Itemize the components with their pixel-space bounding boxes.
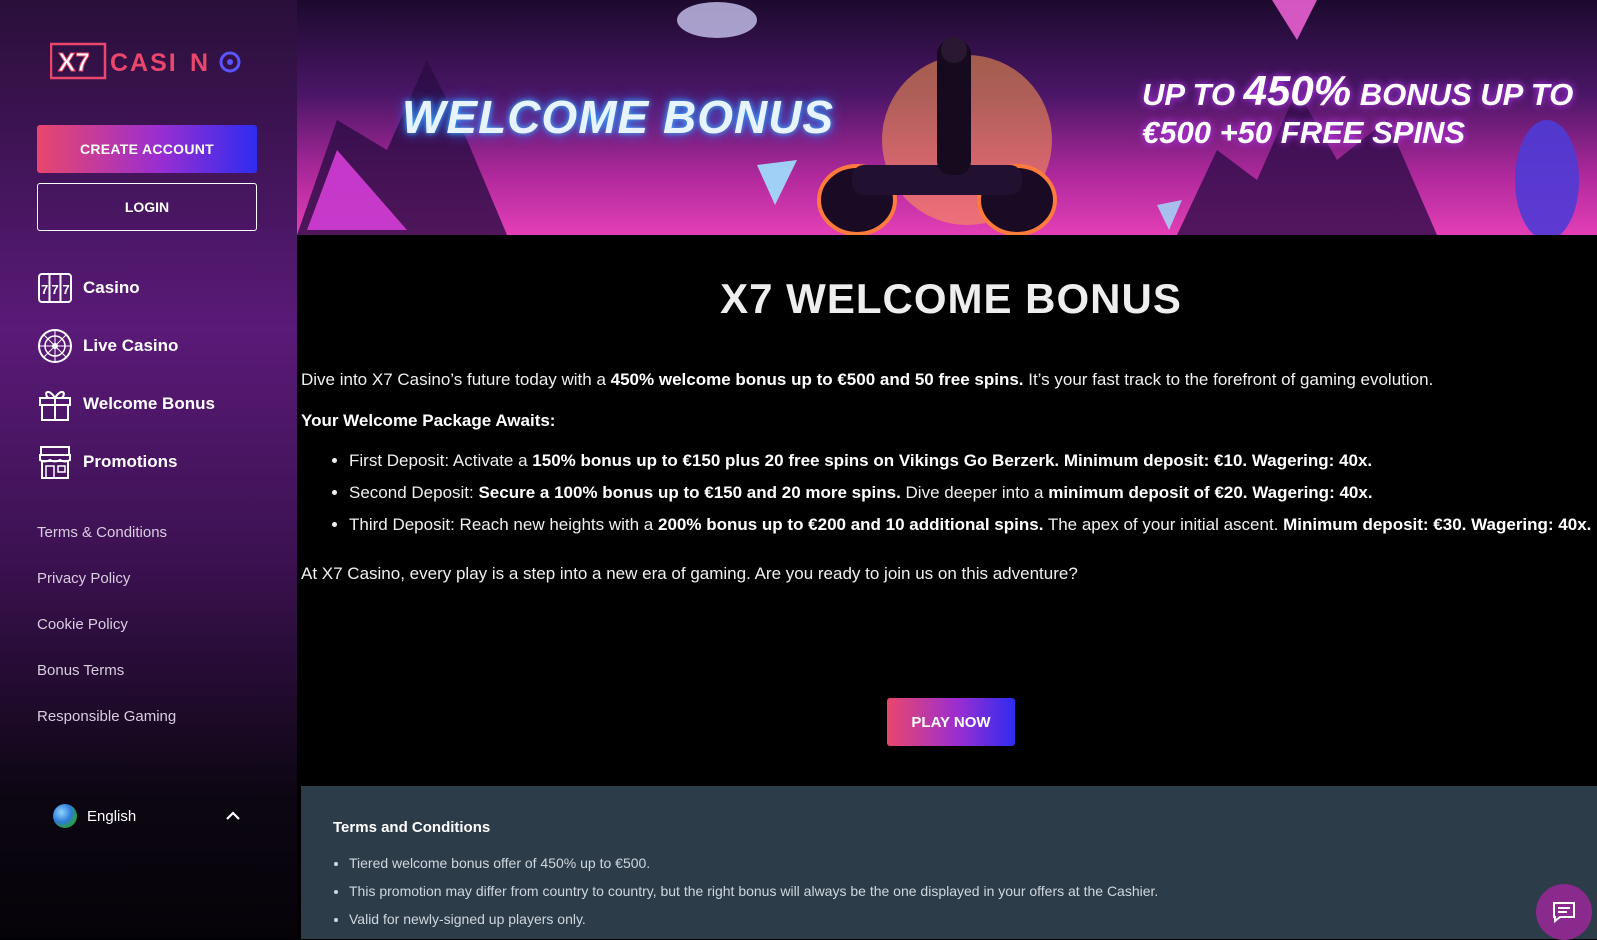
nav-item-label: Promotions [83, 452, 178, 471]
list-item: Third Deposit: Reach new heights with a … [349, 509, 1591, 541]
language-label: English [87, 807, 137, 825]
outro-text: At X7 Casino, every play is a step into … [301, 564, 1078, 583]
svg-text:7: 7 [41, 282, 48, 297]
list-item: First Deposit: Activate a 150% bonus up … [349, 445, 1591, 477]
terms-title: Terms and Conditions [333, 819, 491, 836]
play-now-button[interactable]: PLAY NOW [887, 698, 1015, 746]
svg-text:X7: X7 [58, 47, 90, 77]
create-account-button[interactable]: CREATE ACCOUNT [37, 125, 257, 173]
chevron-up-icon [226, 811, 240, 820]
list-item: This promotion may differ from country t… [349, 877, 1158, 905]
svg-text:7: 7 [52, 282, 59, 297]
package-heading: Your Welcome Package Awaits: [301, 411, 556, 430]
intro-text: Dive into X7 Casino’s future today with … [301, 370, 1434, 389]
language-selector[interactable]: English [53, 802, 243, 830]
privacy-policy-link[interactable]: Privacy Policy [37, 570, 130, 587]
x7-casino-logo[interactable]: X7 CASI N [50, 40, 245, 82]
cookie-policy-link[interactable]: Cookie Policy [37, 616, 128, 633]
list-item: Valid for newly-signed up players only. [349, 905, 1158, 933]
bonus-terms-link[interactable]: Bonus Terms [37, 662, 124, 679]
svg-text:N: N [190, 49, 210, 77]
gift-icon [39, 391, 71, 421]
list-item: Second Deposit: Secure a 100% bonus up t… [349, 477, 1591, 509]
nav-item-welcome-bonus[interactable]: Welcome Bonus [37, 386, 215, 422]
nav-item-label: Live Casino [83, 336, 179, 355]
page-title: X7 WELCOME BONUS [720, 275, 1182, 322]
login-button[interactable]: LOGIN [37, 183, 257, 231]
deposit-list: First Deposit: Activate a 150% bonus up … [325, 445, 1591, 541]
sidebar: X7 CASI N CREATE ACCOUNT LOGIN 7 7 7 Cas… [0, 0, 297, 939]
svg-text:CASI: CASI [110, 49, 178, 77]
nav-item-promotions[interactable]: Promotions [37, 444, 177, 480]
chat-icon [1553, 902, 1575, 924]
globe-icon [53, 804, 77, 828]
banner-offer: UP TO 450% BONUS UP TO €500 +50 FREE SPI… [1142, 67, 1574, 151]
roulette-icon [38, 329, 72, 363]
terms-panel: Terms and Conditions Tiered welcome bonu… [301, 786, 1597, 939]
nav-item-casino[interactable]: 7 7 7 Casino [37, 270, 140, 306]
welcome-bonus-banner[interactable]: WELCOME BONUS UP TO 450% BONUS UP TO €50… [297, 0, 1597, 235]
list-item: Tiered welcome bonus offer of 450% up to… [349, 849, 1158, 877]
slot-machine-icon: 7 7 7 [38, 273, 72, 303]
terms-conditions-link[interactable]: Terms & Conditions [37, 524, 167, 541]
banner-headline: WELCOME BONUS [402, 91, 835, 143]
responsible-gaming-link[interactable]: Responsible Gaming [37, 708, 176, 725]
nav-item-label: Casino [83, 278, 140, 297]
svg-text:7: 7 [63, 282, 70, 297]
store-icon [39, 446, 71, 479]
nav-item-live-casino[interactable]: Live Casino [37, 328, 178, 364]
terms-list: Tiered welcome bonus offer of 450% up to… [333, 849, 1158, 933]
nav-item-label: Welcome Bonus [83, 394, 215, 413]
chat-button[interactable] [1536, 884, 1592, 940]
